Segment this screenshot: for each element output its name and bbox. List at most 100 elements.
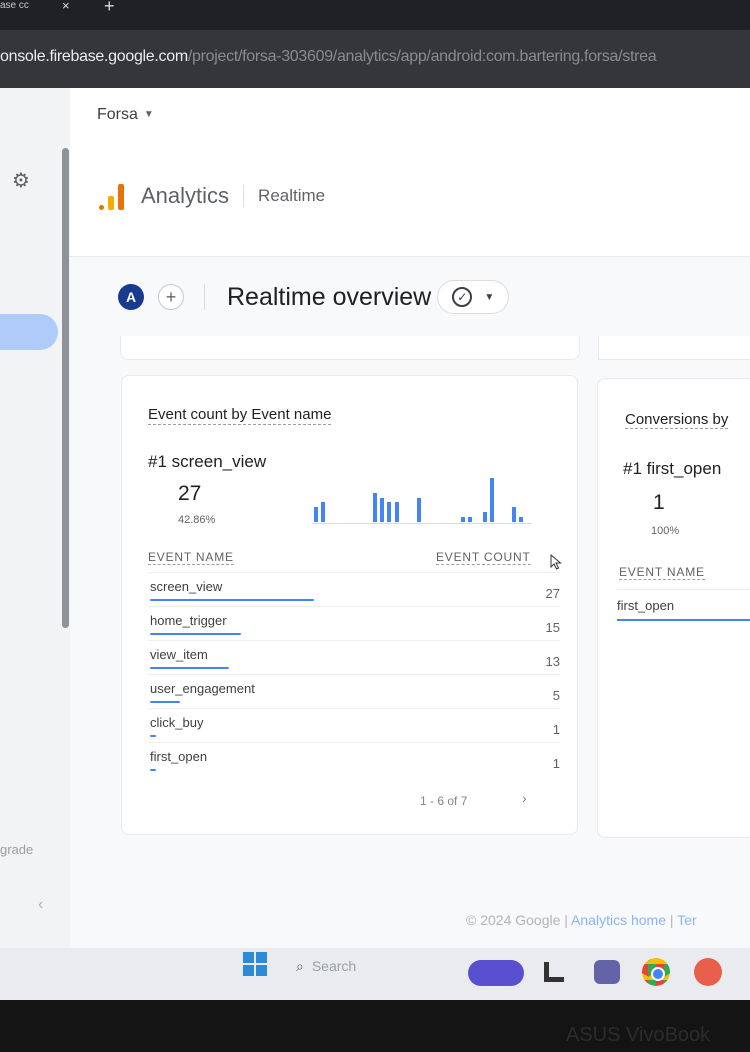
row-event-name: view_item (150, 647, 208, 662)
report-status-dropdown[interactable]: ✓ ▼ (437, 280, 510, 314)
windows-start-icon[interactable] (243, 952, 267, 976)
chart-bar[interactable] (314, 507, 318, 522)
chart-bar[interactable] (512, 507, 516, 522)
teams-icon[interactable] (594, 960, 620, 984)
column-header-event-name[interactable]: EVENT NAME (148, 550, 234, 565)
chart-bar[interactable] (490, 478, 494, 522)
check-circle-icon: ✓ (452, 287, 473, 307)
conversions-column-header[interactable]: EVENT NAME (619, 565, 705, 580)
row-event-count: 1 (552, 722, 560, 737)
browser-tab-strip: ase cc × + (0, 0, 750, 30)
close-tab-icon[interactable]: × (62, 0, 70, 13)
sidebar-upgrade-label[interactable]: grade (0, 842, 33, 857)
taskbar-search[interactable]: ⌕ Search (296, 958, 356, 975)
copilot-icon[interactable] (468, 960, 524, 986)
chevron-right-icon[interactable]: › (522, 790, 527, 806)
project-selector[interactable]: Forsa ▼ (97, 106, 154, 124)
chrome-icon[interactable] (642, 958, 670, 986)
row-event-name: first_open (150, 749, 208, 764)
table-row[interactable]: screen_view 27 (148, 572, 560, 606)
chart-bar[interactable] (372, 493, 377, 522)
add-comparison-icon[interactable]: + (158, 284, 184, 310)
conversions-card-title[interactable]: Conversions by (625, 411, 729, 429)
windows-taskbar (0, 948, 750, 1000)
table-row[interactable]: click_buy 1 (148, 708, 560, 742)
new-tab-icon[interactable]: + (104, 0, 115, 17)
row-share-bar (150, 633, 241, 635)
report-title-bar: A + Realtime overview ✓ ▼ (118, 280, 510, 314)
chart-baseline (312, 523, 532, 524)
pinned-app-icon[interactable] (694, 958, 722, 986)
title-divider (204, 284, 205, 310)
file-explorer-icon[interactable] (544, 962, 564, 982)
footer-copyright: © 2024 Google (466, 912, 561, 928)
project-name: Forsa (97, 106, 138, 123)
row-share-bar (617, 619, 750, 621)
sidebar-rail: ⚙ grade ‹ (0, 88, 70, 948)
table-row[interactable]: home_trigger 15 (148, 606, 560, 640)
event-count-card: Event count by Event name #1 screen_view… (121, 375, 578, 835)
card-above-right (598, 336, 750, 360)
chart-bar[interactable] (519, 517, 524, 522)
brand-divider (243, 185, 245, 207)
caret-down-icon: ▼ (143, 109, 154, 121)
row-event-count: 5 (552, 688, 560, 703)
page-footer: © 2024 Google | Analytics home | Ter (466, 912, 697, 928)
mouse-cursor-icon (550, 554, 562, 570)
page-title: Realtime overview (227, 282, 432, 311)
chart-bar[interactable] (468, 517, 472, 522)
chart-bar[interactable] (416, 498, 421, 522)
row-event-name: screen_view (150, 579, 223, 594)
browser-tab-title[interactable]: ase cc (0, 0, 29, 11)
event-mini-chart (312, 476, 532, 524)
row-share-bar (150, 769, 156, 771)
product-name: Analytics (141, 183, 230, 208)
row-share-bar (150, 701, 180, 703)
gear-icon[interactable]: ⚙ (12, 168, 30, 193)
row-event-name: home_trigger (150, 613, 227, 628)
row-share-bar (150, 735, 156, 737)
sidebar-scrollbar[interactable] (62, 148, 69, 628)
column-header-event-count[interactable]: EVENT COUNT (436, 550, 531, 565)
row-event-count: 13 (545, 654, 560, 669)
table-row[interactable]: first_open (617, 589, 750, 623)
analytics-logo-icon (97, 182, 131, 210)
laptop-brand-label: ASUS VivoBook (566, 1024, 711, 1046)
firebase-page: ⚙ grade ‹ Forsa ▼ Analytics Realtime A + … (0, 88, 750, 948)
conversions-top-percent: 100% (651, 525, 680, 537)
chevron-left-icon[interactable]: ‹ (38, 896, 43, 914)
card-title[interactable]: Event count by Event name (148, 406, 332, 425)
search-icon: ⌕ (296, 958, 304, 974)
address-bar[interactable]: onsole.firebase.google.com/project/forsa… (0, 30, 750, 88)
url-path: /project/forsa-303609/analytics/app/andr… (187, 48, 657, 65)
row-share-bar (150, 667, 229, 669)
chart-bar[interactable] (482, 512, 487, 522)
row-event-count: 27 (545, 586, 560, 601)
comparison-avatar[interactable]: A (118, 284, 144, 310)
chart-bar[interactable] (460, 517, 465, 522)
taskbar-search-placeholder: Search (311, 958, 357, 974)
url-text[interactable]: onsole.firebase.google.com/project/forsa… (0, 48, 657, 66)
top-event-percent: 42.86% (178, 514, 216, 526)
row-event-name: user_engagement (150, 681, 255, 696)
table-row[interactable]: user_engagement 5 (148, 674, 560, 708)
footer-link-analytics-home[interactable]: Analytics home (571, 912, 666, 928)
sidebar-active-item[interactable] (0, 314, 58, 350)
chart-bar[interactable] (321, 502, 326, 522)
analytics-brand: Analytics Realtime (97, 176, 325, 216)
caret-down-icon: ▼ (484, 291, 495, 303)
row-share-bar (150, 599, 314, 601)
conversions-top-count: 1 (653, 491, 665, 514)
footer-link-terms[interactable]: Ter (677, 912, 696, 928)
row-event-count: 15 (545, 620, 560, 635)
section-name: Realtime (258, 186, 326, 205)
chart-bar[interactable] (394, 502, 399, 522)
card-above-left (120, 336, 580, 360)
conversions-card: Conversions by #1 first_open 1 100% EVEN… (597, 378, 750, 838)
pagination-label: 1 - 6 of 7 (420, 794, 468, 808)
table-row[interactable]: view_item 13 (148, 640, 560, 674)
chart-bar[interactable] (387, 502, 392, 522)
chart-bar[interactable] (380, 498, 384, 522)
url-host: onsole.firebase.google.com (0, 48, 188, 65)
table-row[interactable]: first_open 1 (148, 742, 560, 776)
